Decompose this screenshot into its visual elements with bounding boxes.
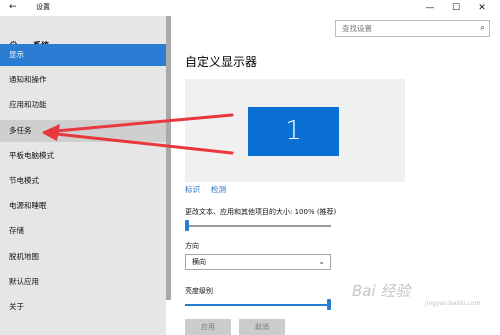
orientation-select[interactable]: 横向 ⌄	[185, 254, 331, 270]
scale-label: 更改文本、应用和其他项目的大小: 100% (推荐)	[185, 208, 337, 216]
chevron-down-icon: ⌄	[318, 257, 325, 266]
watermark-logo: Bai 经验	[352, 282, 411, 300]
page-title: 自定义显示器	[185, 55, 258, 69]
window-title: 设置	[36, 3, 50, 11]
title-bar: ← 设置 — ☐ ✕	[0, 0, 500, 16]
search-icon: ⌕	[479, 23, 485, 33]
monitor-tile[interactable]: 1	[248, 107, 339, 156]
sidebar-item[interactable]: 电源和睡眠	[0, 195, 166, 217]
brightness-label: 亮度级别	[185, 287, 213, 295]
maximize-button[interactable]: ☐	[444, 0, 468, 16]
close-button[interactable]: ✕	[470, 0, 494, 16]
sidebar-item[interactable]: 通知和操作	[0, 69, 166, 91]
orientation-value: 横向	[192, 258, 206, 266]
back-arrow-icon[interactable]: ←	[9, 2, 17, 13]
sidebar-item[interactable]: 节电模式	[0, 170, 166, 192]
orientation-label: 方向	[185, 242, 199, 250]
minimize-button[interactable]: —	[418, 0, 442, 16]
search-input[interactable]: 查找设置 ⌕	[335, 20, 490, 37]
sidebar-item[interactable]: 脱机地图	[0, 246, 166, 268]
sidebar-item[interactable]: 平板电脑模式	[0, 145, 166, 167]
sidebar-item[interactable]: 应用和功能	[0, 94, 166, 116]
identify-link[interactable]: 标识	[185, 185, 200, 195]
brightness-slider-thumb[interactable]	[327, 299, 331, 310]
sidebar-item[interactable]: 默认应用	[0, 271, 166, 293]
sidebar-scrollbar[interactable]	[166, 16, 171, 300]
apply-button[interactable]: 应用	[185, 319, 231, 335]
detect-link[interactable]: 检测	[211, 185, 226, 195]
sidebar-item[interactable]: 多任务	[0, 120, 166, 142]
sidebar-item[interactable]: 存储	[0, 220, 166, 242]
scale-slider-track[interactable]	[185, 225, 331, 227]
display-preview: 1	[185, 79, 405, 182]
search-placeholder: 查找设置	[342, 24, 372, 33]
scale-slider-thumb[interactable]	[185, 220, 189, 231]
sidebar-item[interactable]: 关于	[0, 296, 166, 318]
watermark-url: jingyan.baidu.com	[425, 300, 481, 307]
brightness-slider-fill	[185, 304, 327, 306]
cancel-button[interactable]: 取消	[239, 319, 285, 335]
sidebar-item[interactable]: 显示	[0, 44, 166, 66]
